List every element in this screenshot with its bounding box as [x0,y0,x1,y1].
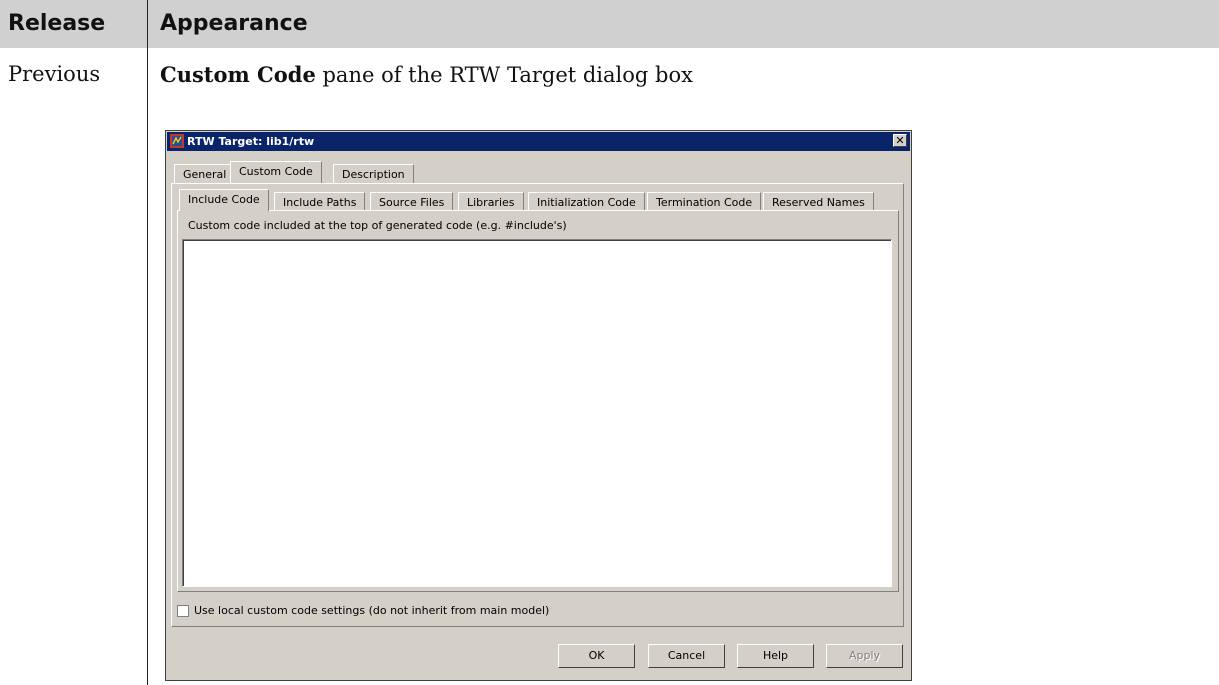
rtw-target-dialog: RTW Target: lib1/rtw ✕ General Custom Co… [165,130,912,681]
subtab-libraries[interactable]: Libraries [458,192,524,211]
tab-custom-code[interactable]: Custom Code [230,161,322,183]
cancel-button-label: Cancel [667,649,706,662]
apply-button[interactable]: Apply [826,644,903,668]
subtab-include-paths[interactable]: Include Paths [274,192,366,211]
tab-general[interactable]: General [174,164,236,183]
close-icon: ✕ [895,134,905,147]
dialog-title: RTW Target: lib1/rtw [187,135,315,148]
table-header: Release Appearance [0,0,1219,48]
tab-description[interactable]: Description [333,164,414,183]
include-code-textarea[interactable] [182,239,892,587]
simulink-app-icon [170,134,184,148]
header-appearance: Appearance [160,11,308,36]
help-button-label: Help [762,649,789,662]
release-cell: Previous [8,62,101,86]
ok-button[interactable]: OK [558,644,635,668]
column-divider [147,0,148,685]
cancel-button[interactable]: Cancel [648,644,725,668]
close-button[interactable]: ✕ [893,134,907,147]
code-label: Custom code included at the top of gener… [188,219,567,232]
subtab-reserved-names[interactable]: Reserved Names [763,192,874,211]
subtab-source-files[interactable]: Source Files [370,192,454,211]
description-rest: pane of the RTW Target dialog box [315,63,693,87]
ok-button-label: OK [588,649,605,662]
dialog-titlebar[interactable]: RTW Target: lib1/rtw ✕ [167,132,910,151]
local-settings-label: Use local custom code settings (do not i… [194,604,550,617]
local-settings-checkbox[interactable] [177,605,189,617]
help-button[interactable]: Help [737,644,814,668]
subtab-initialization-code[interactable]: Initialization Code [528,192,645,211]
subtab-include-code[interactable]: Include Code [179,189,269,211]
header-release: Release [8,11,106,36]
description-bold: Custom Code [160,62,316,87]
apply-button-label: Apply [848,649,881,662]
subtab-termination-code[interactable]: Termination Code [647,192,762,211]
appearance-description: Custom Code pane of the RTW Target dialo… [160,62,693,87]
